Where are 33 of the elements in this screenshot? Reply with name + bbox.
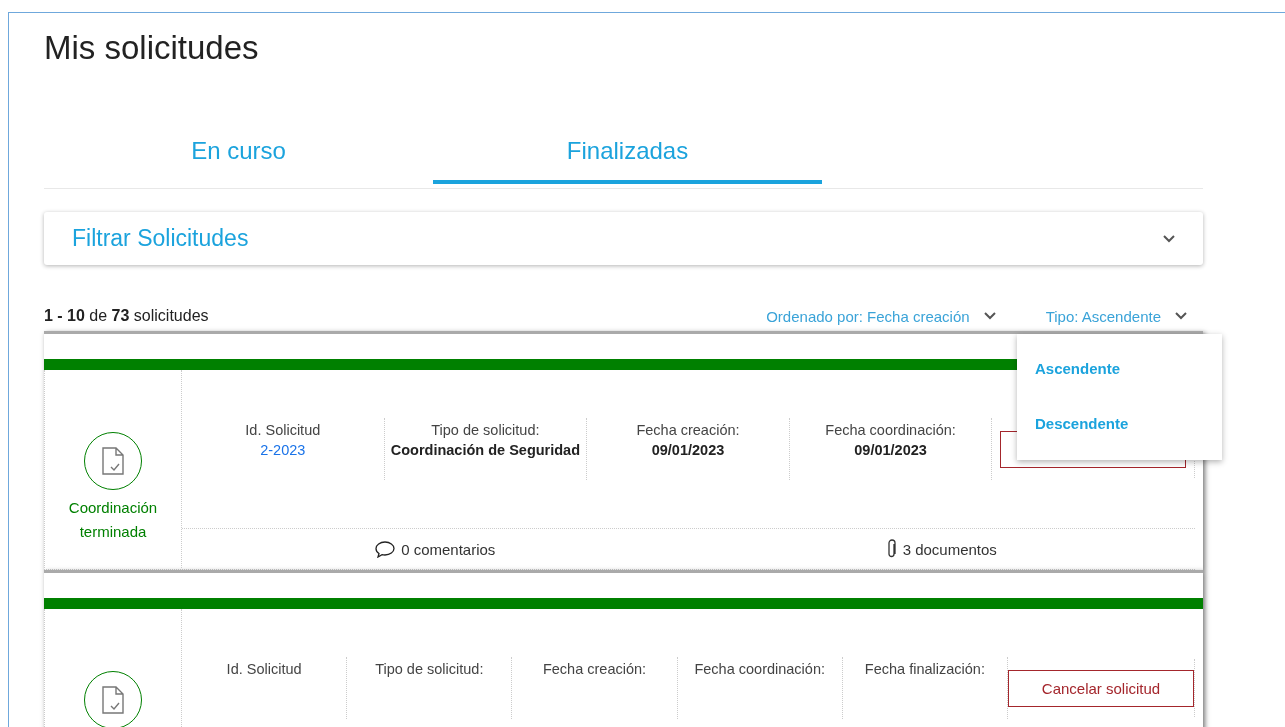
field-label: Fecha coordinación: <box>825 422 956 438</box>
menu-item[interactable]: Descendente <box>1017 397 1222 452</box>
documents-count[interactable]: 3 documentos <box>688 539 1195 559</box>
comments-count[interactable]: 0 comentarios <box>182 540 689 558</box>
status-label: Coordinación terminada <box>67 498 159 542</box>
filter-panel[interactable]: Filtrar Solicitudes <box>44 212 1203 265</box>
sort-dropdown[interactable]: Ordenado por: Fecha creación <box>766 307 996 325</box>
document-check-icon <box>102 447 124 475</box>
field-label: Tipo de solicitud: <box>431 422 540 438</box>
tab[interactable]: En curso <box>44 131 433 184</box>
field-value: Coordinación de Seguridad <box>390 442 581 458</box>
field-label: Fecha finalización: <box>864 661 985 677</box>
field-value: 09/01/2023 <box>854 442 927 458</box>
chevron-icon <box>1163 234 1175 243</box>
results-count: 1 - 10 de 73 solicitudes <box>44 307 210 325</box>
request-id-link[interactable]: 2-2023 <box>260 442 306 458</box>
field-label: Id. Solicitud <box>226 661 302 677</box>
field-label: Fecha creación: <box>542 661 647 677</box>
field-value: 09/01/2023 <box>651 442 725 458</box>
page-title: Mis solicitudes <box>44 29 260 68</box>
cancel-button[interactable]: Cancelar solicitud <box>1008 669 1194 707</box>
document-check-icon <box>102 686 124 714</box>
field-label: Tipo de solicitud: <box>375 661 484 677</box>
paperclip-icon <box>886 539 897 559</box>
speech-bubble-icon <box>375 540 396 558</box>
field-label: Fecha creación: <box>636 422 740 438</box>
chevron-down-icon <box>983 312 996 320</box>
field-label: Fecha coordinación: <box>694 661 825 677</box>
menu-item[interactable]: Ascendente <box>1017 342 1222 397</box>
tab[interactable]: Finalizadas <box>433 131 822 184</box>
chevron-down-icon <box>1175 312 1187 320</box>
field-label: Id. Solicitud <box>245 422 321 438</box>
order-dropdown[interactable]: Tipo: Ascendente <box>1045 307 1187 325</box>
